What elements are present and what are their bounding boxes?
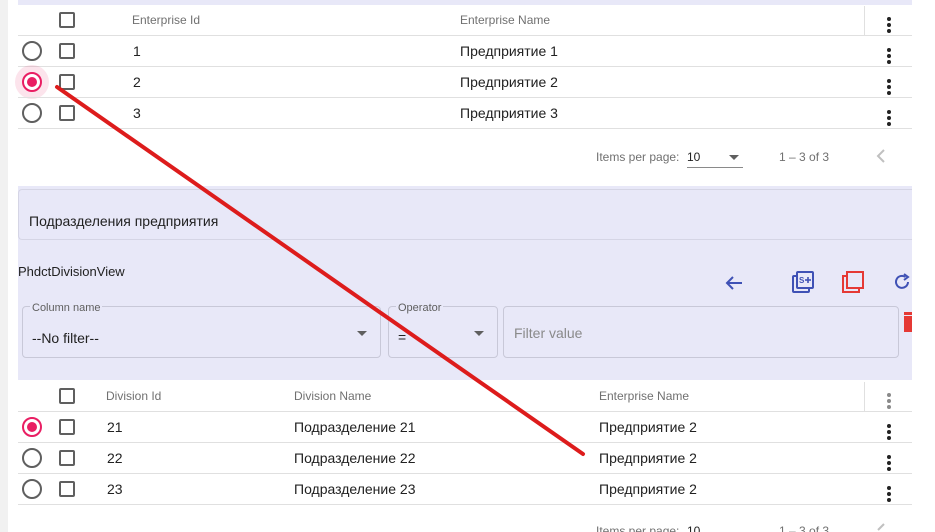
refresh-icon[interactable] (892, 272, 912, 292)
left-gutter (0, 0, 8, 532)
copy-icon[interactable] (841, 270, 865, 294)
row-checkbox[interactable] (59, 481, 75, 497)
more-vert-icon[interactable] (887, 424, 891, 440)
row-radio-selected[interactable] (22, 72, 42, 92)
chevron-left-icon[interactable] (874, 148, 888, 164)
header-divider (864, 382, 865, 412)
row-divider (18, 66, 912, 67)
enterprise-id-cell: 3 (133, 105, 141, 121)
library-add-icon[interactable]: S (791, 270, 815, 294)
items-per-page-label: Items per page: (596, 150, 680, 164)
column-header-division-name[interactable]: Division Name (294, 389, 371, 403)
enterprise-name-cell: Предприятие 2 (460, 74, 558, 90)
column-header-enterprise-id[interactable]: Enterprise Id (132, 13, 200, 27)
more-vert-icon[interactable] (887, 455, 891, 471)
panel-title: Подразделения предприятия (29, 213, 219, 229)
range-label: 1 – 3 of 3 (779, 150, 830, 164)
enterprise-id-cell: 2 (133, 74, 141, 90)
panel-header[interactable]: Подразделения предприятия (18, 189, 912, 240)
enterprise-name-cell: Предприятие 3 (460, 105, 558, 121)
row-radio-selected[interactable] (22, 417, 42, 437)
division-name-cell: Подразделение 23 (294, 481, 416, 497)
column-name-value: --No filter-- (32, 330, 99, 346)
division-panel: Подразделения предприятия PhdctDivisionV… (18, 186, 912, 380)
select-all-checkbox[interactable] (59, 388, 75, 404)
row-radio[interactable] (22, 103, 42, 123)
division-name-cell: Подразделение 22 (294, 450, 416, 466)
row-checkbox[interactable] (59, 105, 75, 121)
dropdown-arrow-icon (357, 331, 367, 336)
range-label: 1 – 3 of 3 (779, 524, 830, 532)
view-name: PhdctDivisionView (18, 264, 125, 279)
row-checkbox[interactable] (59, 450, 75, 466)
enterprise-table: Enterprise Id Enterprise Name 1 Предприя… (15, 0, 912, 186)
division-id-cell: 22 (107, 450, 123, 466)
filter-value-input[interactable]: Filter value (503, 306, 899, 358)
page-size-value: 10 (687, 150, 701, 164)
row-divider (18, 442, 912, 443)
enterprise-id-cell: 1 (133, 43, 141, 59)
row-divider (18, 473, 912, 474)
svg-text:S: S (799, 276, 805, 285)
division-id-cell: 21 (107, 419, 123, 435)
row-divider (18, 35, 912, 36)
delete-icon[interactable] (904, 312, 912, 334)
enterprise-name-cell: Предприятие 2 (599, 450, 697, 466)
more-vert-icon[interactable] (887, 17, 891, 33)
column-header-division-id[interactable]: Division Id (106, 389, 161, 403)
row-checkbox[interactable] (59, 43, 75, 59)
dropdown-arrow-icon (474, 331, 484, 336)
enterprise-name-cell: Предприятие 1 (460, 43, 558, 59)
more-vert-icon[interactable] (887, 48, 891, 64)
more-vert-icon[interactable] (887, 110, 891, 126)
operator-label: Operator (396, 302, 444, 314)
more-vert-icon[interactable] (887, 393, 891, 409)
division-table: Division Id Division Name Enterprise Nam… (18, 380, 912, 532)
more-vert-icon[interactable] (887, 486, 891, 502)
enterprise-name-cell: Предприятие 2 (599, 419, 697, 435)
row-divider (18, 411, 912, 412)
items-per-page-label: Items per page: (596, 524, 680, 532)
division-name-cell: Подразделение 21 (294, 419, 416, 435)
division-id-cell: 23 (107, 481, 123, 497)
page-size-select[interactable]: 10 (687, 146, 743, 168)
column-name-label: Column name (30, 302, 103, 314)
enterprise-name-cell: Предприятие 2 (599, 481, 697, 497)
operator-value: = (398, 329, 407, 345)
dropdown-arrow-icon (729, 155, 739, 160)
row-checkbox[interactable] (59, 419, 75, 435)
header-divider (864, 6, 865, 36)
row-radio[interactable] (22, 41, 42, 61)
chevron-left-icon[interactable] (874, 522, 888, 532)
row-radio[interactable] (22, 448, 42, 468)
page-size-value[interactable]: 10 (687, 524, 700, 532)
row-radio[interactable] (22, 479, 42, 499)
row-checkbox[interactable] (59, 74, 75, 90)
row-divider (18, 504, 912, 505)
column-header-enterprise-name[interactable]: Enterprise Name (460, 13, 550, 27)
filter-value-placeholder: Filter value (514, 325, 583, 341)
table-top-bar (18, 0, 912, 5)
select-all-checkbox[interactable] (59, 12, 75, 28)
row-divider (18, 97, 912, 98)
column-header-enterprise-name[interactable]: Enterprise Name (599, 389, 689, 403)
more-vert-icon[interactable] (887, 79, 891, 95)
row-divider (18, 128, 912, 129)
arrow-back-icon[interactable] (724, 273, 744, 293)
